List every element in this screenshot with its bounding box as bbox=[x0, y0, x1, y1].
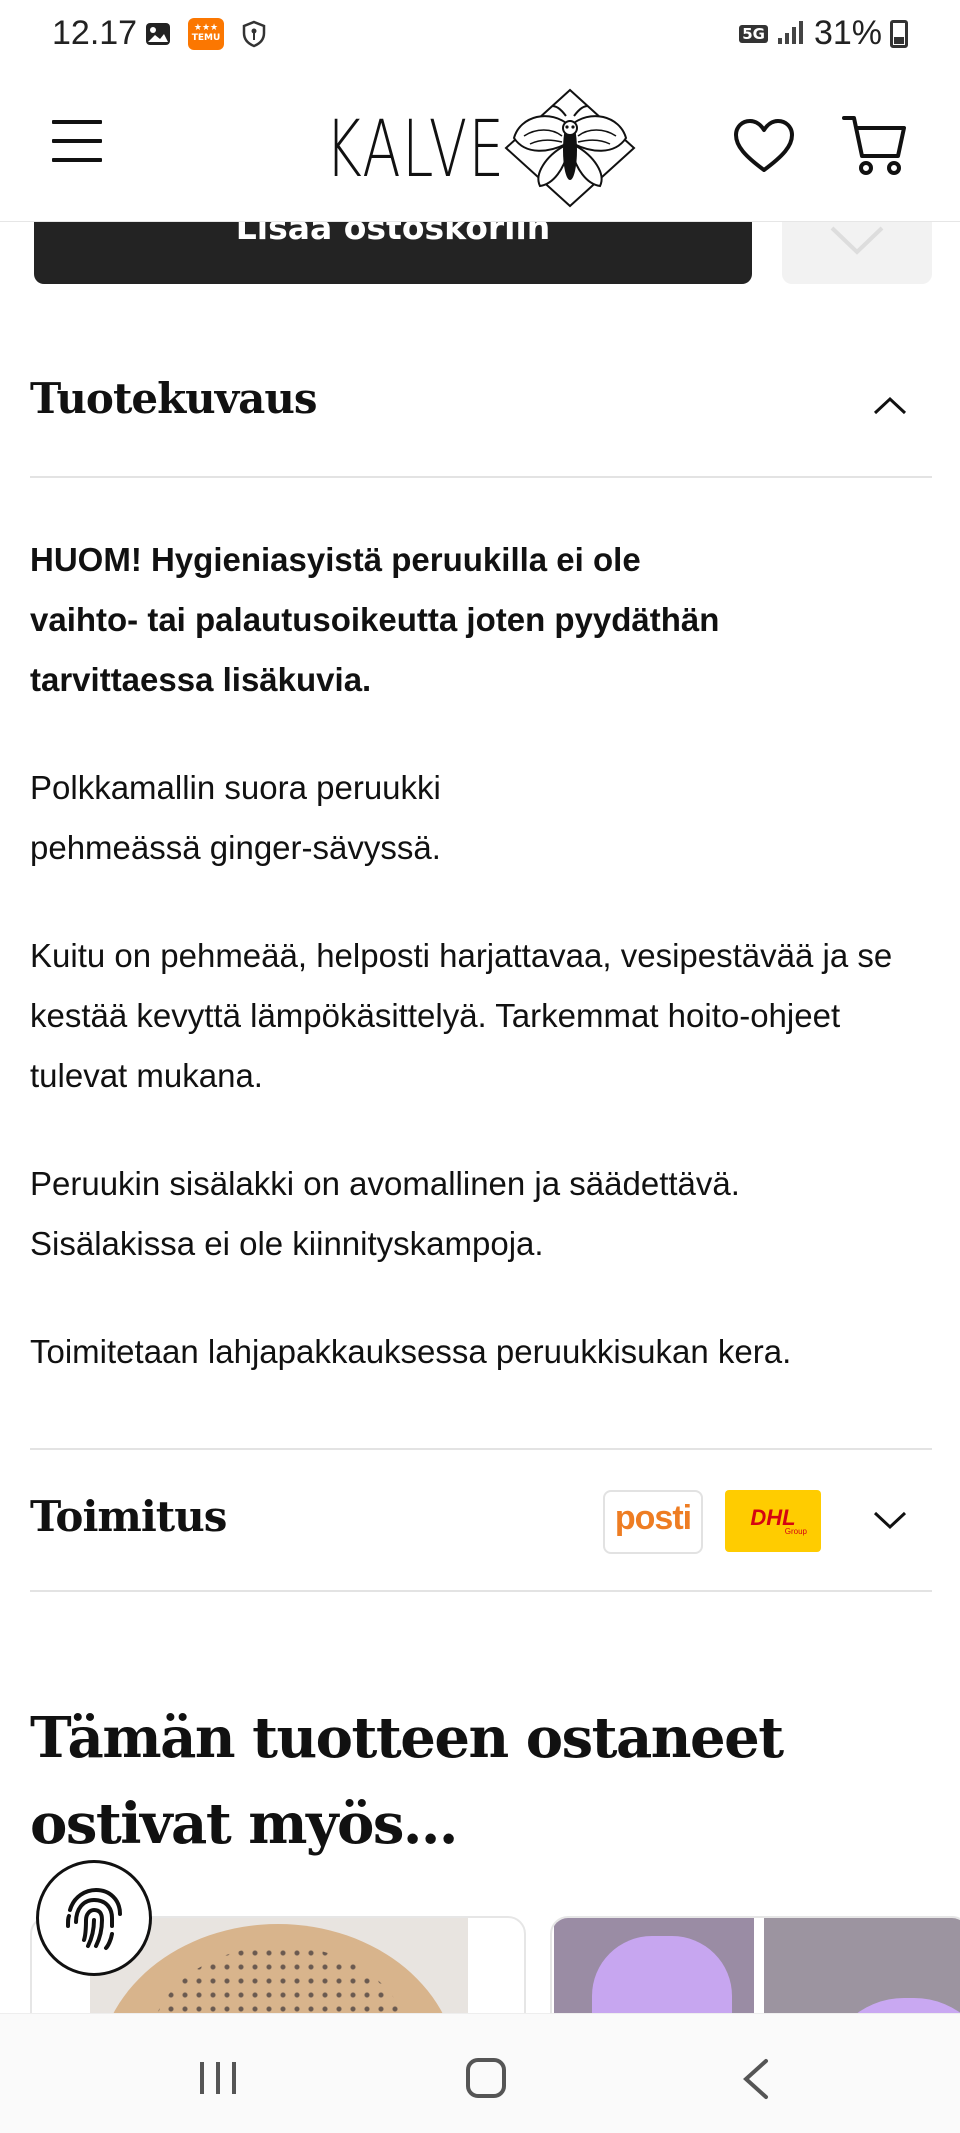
site-header: KALVE bbox=[0, 72, 960, 222]
chevron-down-icon bbox=[873, 1511, 907, 1530]
shield-icon bbox=[238, 18, 270, 50]
network-badge: 5G bbox=[739, 24, 768, 43]
temu-icon: ★★★ TEMU bbox=[188, 18, 224, 50]
status-time: 12.17 bbox=[52, 14, 138, 52]
page: 12.17 ★★★ TEMU 5G 31% Lisää ostoskoriin bbox=[0, 0, 960, 2133]
description-title: Tuotekuvaus bbox=[30, 374, 318, 423]
related-products-title: Tämän tuotteen ostaneet ostivat myös... bbox=[30, 1705, 784, 1857]
divider bbox=[30, 1590, 932, 1592]
divider bbox=[30, 1448, 932, 1450]
home-button[interactable] bbox=[466, 2058, 506, 2098]
posti-logo: posti bbox=[603, 1490, 703, 1554]
gallery-icon bbox=[142, 18, 174, 50]
chevron-up-icon bbox=[873, 396, 907, 415]
back-icon bbox=[743, 2059, 768, 2099]
cart-button[interactable] bbox=[842, 112, 908, 178]
status-bar: 12.17 ★★★ TEMU 5G 31% bbox=[0, 0, 960, 70]
description-paragraph: Polkkamallin suora peruukki pehmeässä gi… bbox=[30, 769, 441, 866]
heart-icon bbox=[734, 119, 794, 172]
recent-apps-icon bbox=[200, 2062, 236, 2094]
description-body: HUOM! Hygieniasyistä peruukilla ei ole v… bbox=[30, 530, 910, 1430]
description-paragraph: Peruukin sisälakki on avomallinen ja sää… bbox=[30, 1165, 740, 1262]
notification-icons: ★★★ TEMU bbox=[142, 18, 270, 50]
fingerprint-icon bbox=[66, 1887, 122, 1950]
divider bbox=[30, 476, 932, 478]
logo-text: KALVE bbox=[325, 105, 506, 195]
wishlist-button[interactable] bbox=[733, 118, 795, 174]
description-accordion-header[interactable]: Tuotekuvaus bbox=[30, 374, 932, 444]
hygiene-warning: HUOM! Hygieniasyistä peruukilla ei ole v… bbox=[30, 541, 720, 698]
system-nav-bar bbox=[0, 2013, 960, 2133]
battery-icon bbox=[890, 19, 908, 48]
recent-apps-button[interactable] bbox=[198, 2060, 238, 2096]
back-button[interactable] bbox=[740, 2058, 770, 2100]
menu-icon bbox=[52, 120, 102, 124]
dhl-logo: DHL Group bbox=[725, 1490, 821, 1552]
site-logo[interactable]: KALVE bbox=[325, 86, 640, 214]
fingerprint-button[interactable] bbox=[36, 1860, 152, 1976]
description-paragraph: Kuitu on pehmeää, helposti harjattavaa, … bbox=[30, 937, 893, 1094]
menu-button[interactable] bbox=[52, 120, 102, 166]
battery-percent: 31% bbox=[813, 14, 882, 52]
signal-icon bbox=[776, 18, 806, 50]
status-right: 5G 31% bbox=[739, 14, 908, 53]
moth-logo-icon bbox=[500, 86, 640, 214]
cart-icon bbox=[842, 116, 906, 175]
description-paragraph: Toimitetaan lahjapakkauksessa peruukkisu… bbox=[30, 1333, 792, 1370]
